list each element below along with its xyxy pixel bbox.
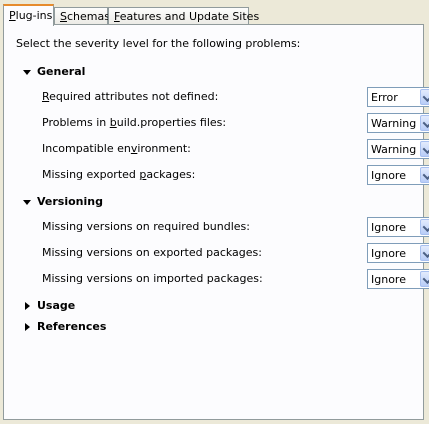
setting-label: Required attributes not defined: — [42, 90, 219, 103]
section-usage-label: Usage — [37, 299, 76, 312]
setting-row-incompatible-environment: Incompatible environment: Warning — [42, 139, 429, 159]
severity-value: Ignore — [371, 169, 406, 182]
chevron-right-icon[interactable] — [22, 301, 32, 311]
section-usage-header[interactable]: Usage — [22, 299, 75, 312]
setting-label: Missing versions on imported packages: — [42, 272, 263, 285]
chevron-down-icon[interactable] — [22, 197, 32, 207]
tab-label-mnemonic: S — [60, 10, 67, 23]
chevron-down-icon[interactable] — [420, 115, 429, 131]
severity-value: Error — [371, 91, 398, 104]
severity-dropdown[interactable]: Ignore — [367, 243, 429, 263]
section-references-label: References — [37, 320, 107, 333]
tab-label: eatures and Update Sites — [119, 10, 260, 23]
severity-value: Ignore — [371, 221, 406, 234]
severity-dropdown[interactable]: Ignore — [367, 217, 429, 237]
setting-row-missing-exported-packages: Missing exported packages: Ignore — [42, 165, 429, 185]
section-references-header[interactable]: References — [22, 320, 106, 333]
setting-row-versions-imported-packages: Missing versions on imported packages: I… — [42, 269, 429, 289]
setting-row-versions-exported-packages: Missing versions on exported packages: I… — [42, 243, 429, 263]
tab-label-mnemonic: P — [9, 9, 16, 22]
chevron-down-icon[interactable] — [420, 141, 429, 157]
setting-row-versions-required-bundles: Missing versions on required bundles: Ig… — [42, 217, 429, 237]
severity-dropdown[interactable]: Warning — [367, 139, 429, 159]
severity-dropdown[interactable]: Error — [367, 87, 429, 107]
severity-value: Warning — [371, 143, 417, 156]
plug-ins-panel: Select the severity level for the follow… — [3, 24, 429, 420]
setting-label: Problems in build.properties files: — [42, 116, 227, 129]
chevron-down-icon[interactable] — [420, 271, 429, 287]
chevron-down-icon[interactable] — [420, 245, 429, 261]
tab-plug-ins[interactable]: Plug-ins — [3, 4, 54, 26]
section-general-label: General — [37, 65, 86, 78]
tab-features-and-update-sites[interactable]: Features and Update Sites — [108, 7, 259, 24]
severity-dropdown[interactable]: Warning — [367, 113, 429, 133]
chevron-down-icon[interactable] — [420, 219, 429, 235]
chevron-down-icon[interactable] — [420, 167, 429, 183]
chevron-right-icon[interactable] — [22, 322, 32, 332]
setting-row-build-properties: Problems in build.properties files: Warn… — [42, 113, 429, 133]
chevron-down-icon[interactable] — [22, 67, 32, 77]
tab-label: lug-ins — [15, 9, 53, 22]
severity-dropdown[interactable]: Ignore — [367, 165, 429, 185]
section-versioning-label: Versioning — [37, 195, 103, 208]
chevron-down-icon[interactable] — [420, 89, 429, 105]
intro-text: Select the severity level for the follow… — [16, 37, 301, 50]
setting-label: Missing versions on exported packages: — [42, 246, 262, 259]
section-general-header[interactable]: General — [22, 65, 85, 78]
setting-label: Missing versions on required bundles: — [42, 220, 250, 233]
severity-value: Warning — [371, 117, 417, 130]
setting-label: Incompatible environment: — [42, 142, 191, 155]
severity-dropdown[interactable]: Ignore — [367, 269, 429, 289]
severity-value: Ignore — [371, 273, 406, 286]
setting-label: Missing exported packages: — [42, 168, 196, 181]
tab-label: chemas — [66, 10, 110, 23]
section-versioning-header[interactable]: Versioning — [22, 195, 103, 208]
setting-row-required-attributes: Required attributes not defined: Error — [42, 87, 429, 107]
severity-value: Ignore — [371, 247, 406, 260]
tab-schemas[interactable]: Schemas — [54, 7, 110, 24]
